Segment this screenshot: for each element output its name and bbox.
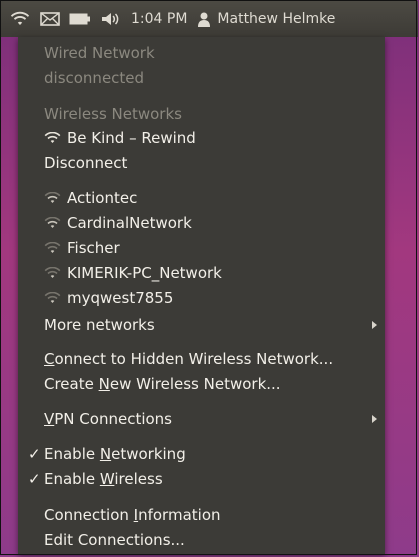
wifi-signal-icon	[44, 192, 61, 203]
wifi-signal-icon	[44, 217, 61, 228]
network-name: CardinalNetwork	[67, 214, 192, 232]
more-networks-item[interactable]: More networks	[44, 314, 379, 336]
network-item-connected[interactable]: Be Kind – Rewind	[44, 127, 196, 149]
check-mark-icon: ✓	[28, 470, 41, 488]
enable-networking-item[interactable]: ✓ Enable Networking	[28, 443, 186, 465]
network-name: myqwest7855	[67, 289, 174, 307]
submenu-arrow-icon	[372, 415, 377, 423]
connect-hidden-network-item[interactable]: Connect to Hidden Wireless Network...	[44, 348, 333, 370]
network-menu: Wired Network disconnected Wireless Netw…	[18, 37, 385, 554]
wifi-signal-icon	[44, 242, 61, 253]
battery-icon[interactable]	[69, 10, 91, 28]
clock[interactable]: 1:04 PM	[131, 11, 187, 27]
network-name: Be Kind – Rewind	[67, 129, 196, 147]
submenu-arrow-icon	[372, 321, 377, 329]
wired-network-header: Wired Network	[44, 44, 155, 62]
check-mark-icon: ✓	[28, 445, 41, 463]
user-icon[interactable]	[197, 11, 211, 27]
top-panel: 1:04 PM Matthew Helmke	[1, 1, 418, 37]
enable-wireless-item[interactable]: ✓ Enable Wireless	[28, 468, 163, 490]
wired-network-status: disconnected	[44, 69, 145, 87]
network-item[interactable]: CardinalNetwork	[44, 212, 192, 234]
volume-icon[interactable]	[99, 10, 121, 28]
more-networks-label: More networks	[44, 316, 155, 334]
wifi-icon[interactable]	[9, 10, 31, 28]
create-new-network-item[interactable]: Create New Wireless Network...	[44, 373, 281, 395]
wifi-signal-icon	[44, 292, 61, 303]
network-item[interactable]: myqwest7855	[44, 287, 173, 309]
network-name: Actiontec	[67, 189, 138, 207]
wifi-signal-icon	[44, 267, 61, 278]
network-item[interactable]: KIMERIK-PC_Network	[44, 262, 222, 284]
user-name[interactable]: Matthew Helmke	[217, 11, 335, 27]
network-item[interactable]: Actiontec	[44, 187, 137, 209]
wireless-networks-header: Wireless Networks	[44, 105, 182, 123]
network-name: Fischer	[67, 239, 120, 257]
vpn-connections-item[interactable]: VPN Connections	[44, 408, 379, 430]
connection-information-item[interactable]: Connection Information	[44, 504, 221, 526]
network-item[interactable]: Fischer	[44, 237, 120, 259]
mail-icon[interactable]	[39, 10, 61, 28]
wifi-signal-icon	[44, 132, 61, 143]
edit-connections-item[interactable]: Edit Connections...	[44, 529, 185, 551]
network-name: KIMERIK-PC_Network	[67, 264, 222, 282]
disconnect-item[interactable]: Disconnect	[44, 152, 127, 174]
